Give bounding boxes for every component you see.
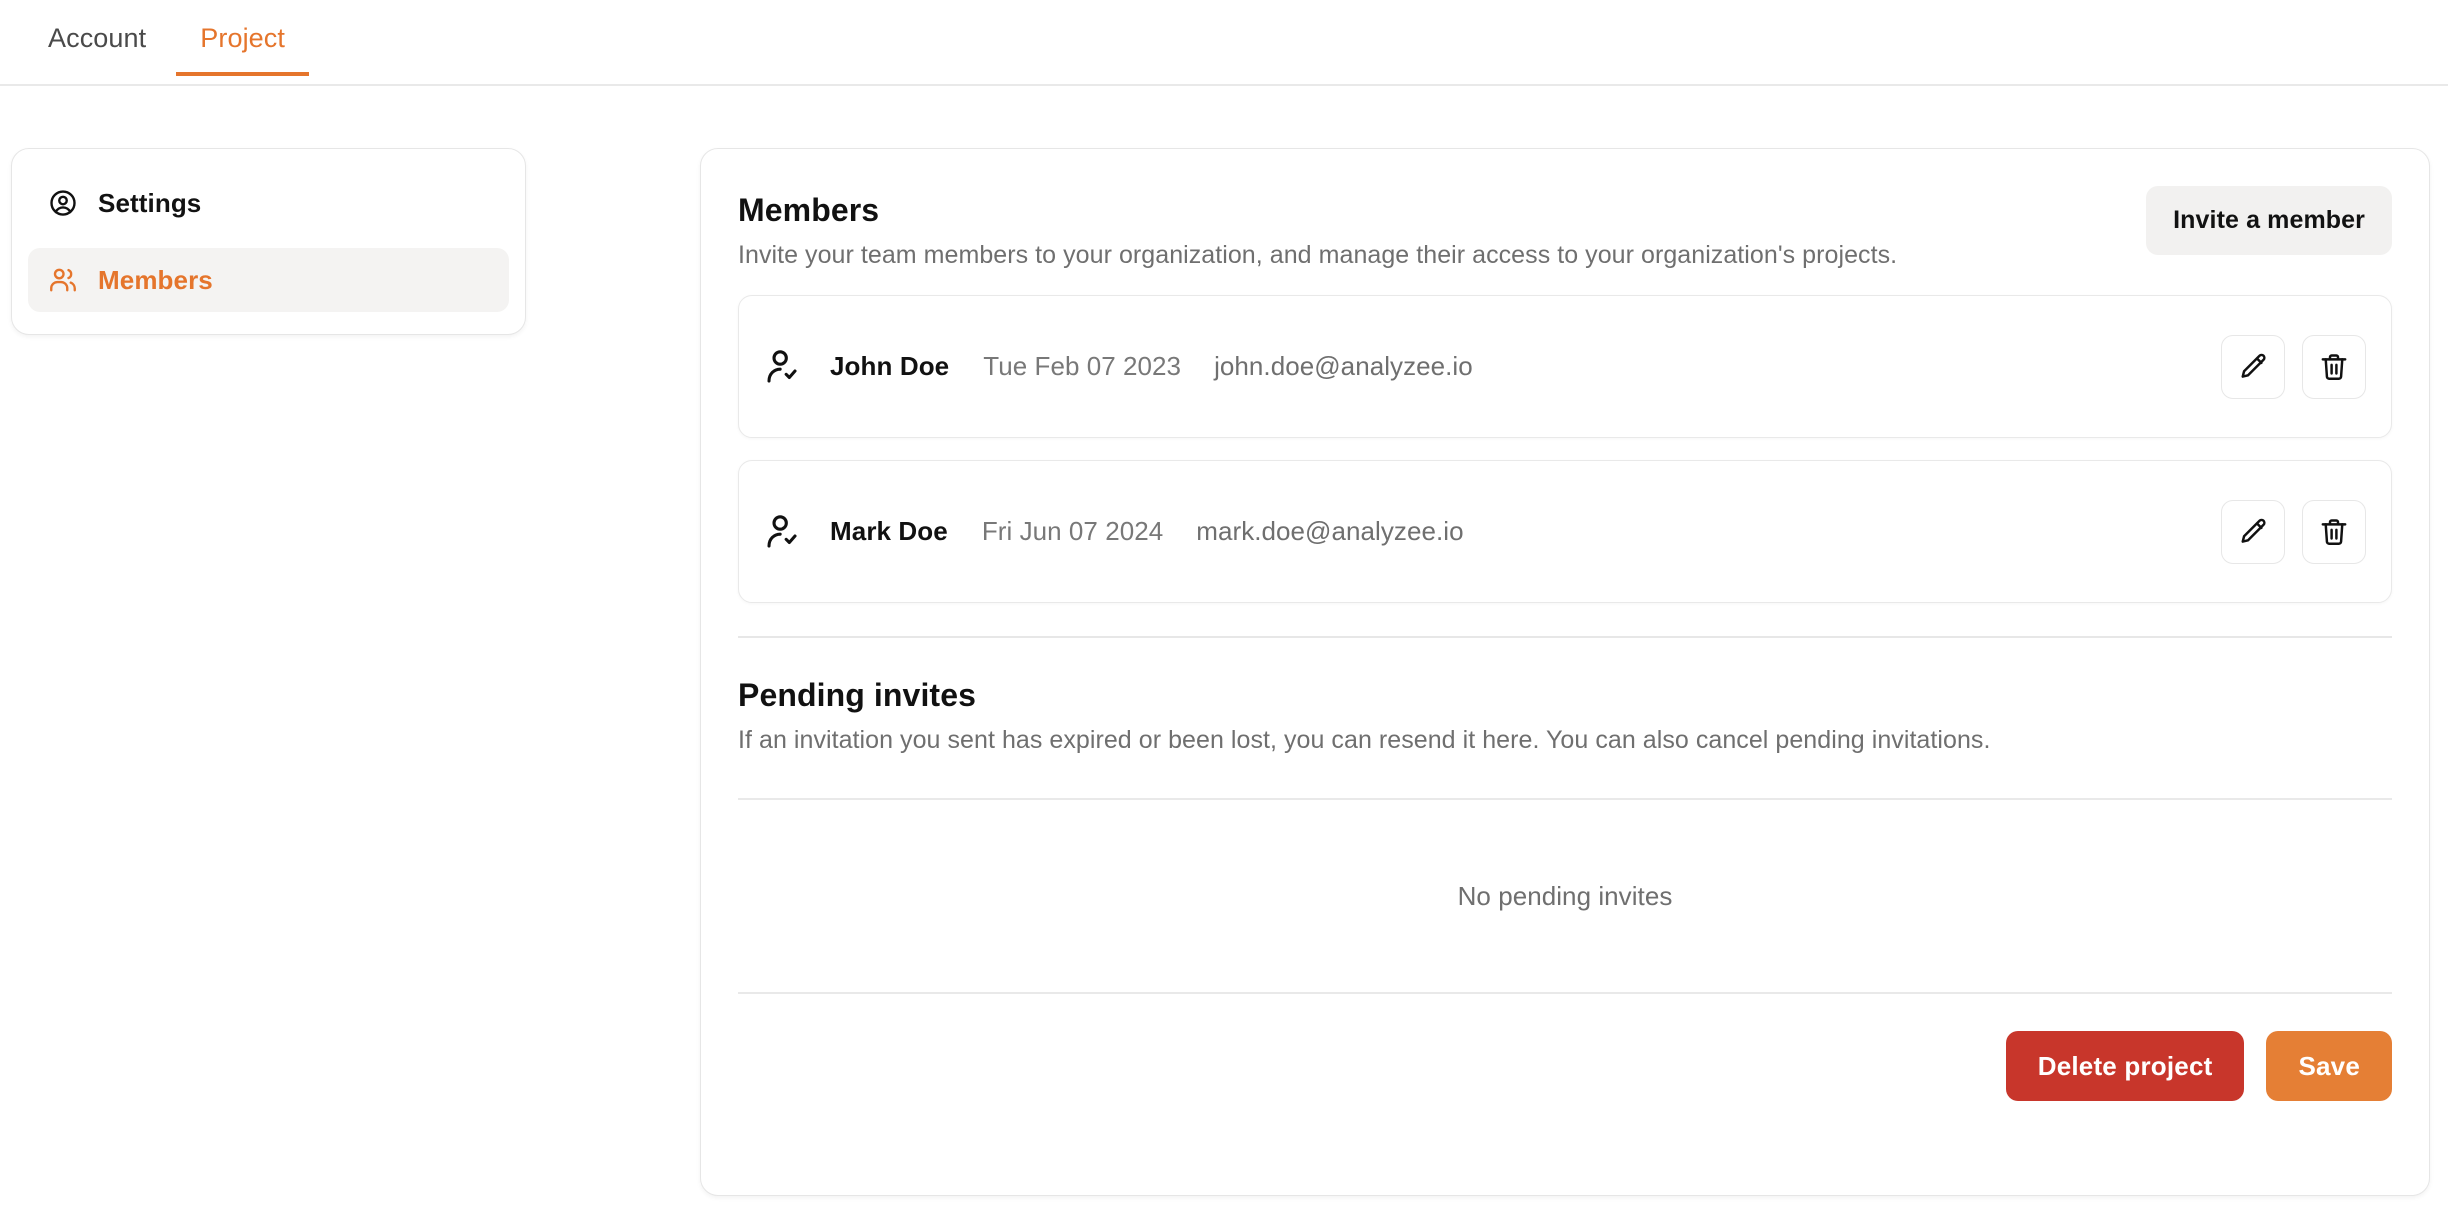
pending-invites-title: Pending invites <box>738 677 976 713</box>
member-joined-date: Tue Feb 07 2023 <box>983 351 1182 381</box>
member-name: Mark Doe <box>830 516 948 546</box>
member-joined-date: Fri Jun 07 2024 <box>981 516 1164 546</box>
sidebar-item-members-label: Members <box>98 264 213 295</box>
footer-actions: Delete project Save <box>738 994 2392 1101</box>
row-actions <box>2221 334 2366 399</box>
sidebar-item-members[interactable]: Members <box>28 248 509 312</box>
pencil-icon <box>2241 353 2266 378</box>
pencil-icon <box>2241 518 2266 543</box>
edit-member-button[interactable] <box>2221 499 2285 564</box>
users-icon <box>48 265 78 295</box>
user-circle-icon <box>48 188 78 218</box>
pending-invites-description: If an invitation you sent has expired or… <box>738 726 1991 754</box>
user-check-icon <box>764 347 804 387</box>
edit-member-button[interactable] <box>2221 334 2285 399</box>
members-panel: Members Invite your team members to your… <box>700 148 2430 1196</box>
members-description: Invite your team members to your organiz… <box>738 241 1898 269</box>
member-name: John Doe <box>830 351 950 381</box>
settings-sidebar: Settings Members <box>11 148 526 335</box>
section-divider <box>738 636 2392 638</box>
sidebar-item-settings[interactable]: Settings <box>28 171 509 235</box>
invite-a-member-button[interactable]: Invite a member <box>2146 186 2392 255</box>
members-header-text: Members Invite your team members to your… <box>738 188 2122 271</box>
members-header: Members Invite your team members to your… <box>738 186 2392 271</box>
table-row[interactable]: John Doe Tue Feb 07 2023 john.doe@analyz… <box>738 295 2392 438</box>
sidebar-item-settings-label: Settings <box>98 187 202 218</box>
page-title: Members <box>738 192 880 228</box>
delete-project-button[interactable]: Delete project <box>2005 1031 2245 1101</box>
pending-invites-section: Pending invites If an invitation you sen… <box>738 675 2392 992</box>
member-email: john.doe@analyzee.io <box>1214 351 1473 381</box>
tab-account[interactable]: Account <box>24 18 170 76</box>
table-row[interactable]: Mark Doe Fri Jun 07 2024 mark.doe@analyz… <box>738 460 2392 603</box>
top-tab-bar: Account Project <box>0 0 2448 86</box>
trash-icon <box>2321 518 2347 545</box>
user-check-icon <box>764 512 804 552</box>
save-button[interactable]: Save <box>2266 1031 2392 1101</box>
member-email: mark.doe@analyzee.io <box>1196 516 1464 546</box>
row-actions <box>2221 499 2366 564</box>
trash-icon <box>2321 353 2347 380</box>
delete-member-button[interactable] <box>2302 334 2366 399</box>
member-list: John Doe Tue Feb 07 2023 john.doe@analyz… <box>738 295 2392 603</box>
page-body: Settings Members Members Invite your tea… <box>0 86 2448 1196</box>
delete-member-button[interactable] <box>2302 499 2366 564</box>
tab-project[interactable]: Project <box>176 18 309 76</box>
pending-invites-empty-state: No pending invites <box>1457 880 1673 911</box>
